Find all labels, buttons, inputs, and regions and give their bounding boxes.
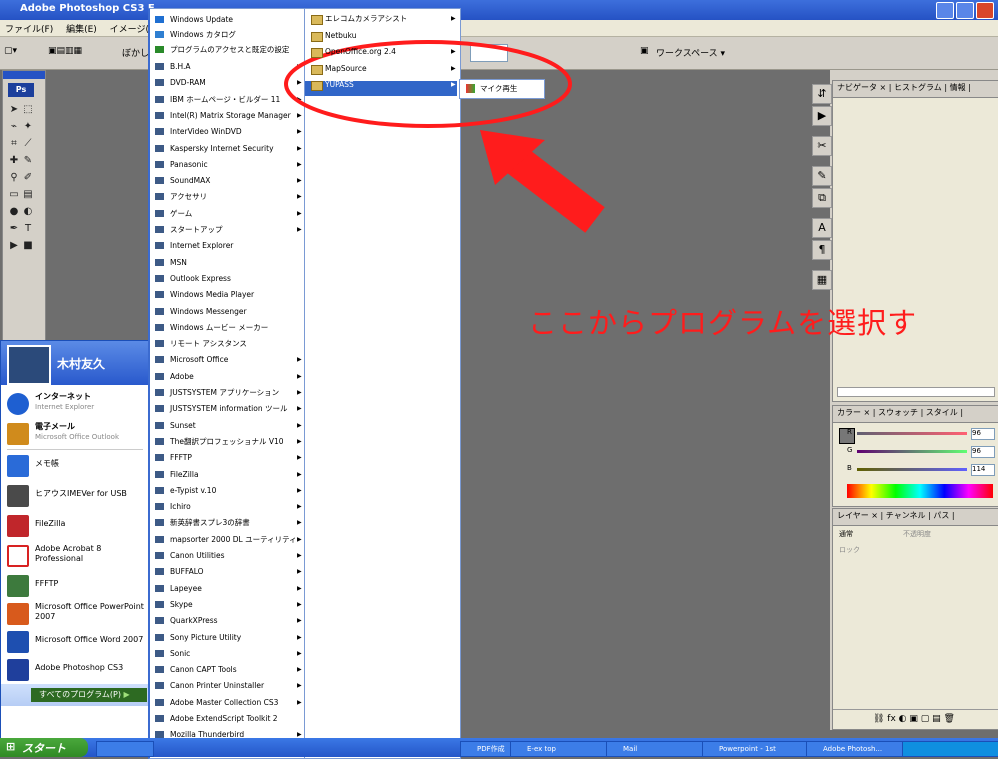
submenu-item[interactable]: エレコムカメラアシスト ▶ bbox=[305, 11, 458, 27]
submenu-item[interactable]: Netbuku bbox=[305, 28, 458, 44]
submenu-arrow-icon: ▶ bbox=[451, 81, 456, 88]
start-button-label: スタート bbox=[22, 742, 66, 755]
red-arrow-icon bbox=[480, 130, 605, 233]
submenu-item[interactable]: YUPASS ▶ bbox=[305, 77, 458, 93]
taskbar-quicklaunch[interactable] bbox=[96, 741, 154, 757]
submenu-item-label: YUPASS bbox=[325, 80, 354, 89]
folder-icon bbox=[311, 81, 323, 91]
folder-icon bbox=[311, 48, 323, 58]
annotation-overlay bbox=[284, 40, 605, 233]
system-tray[interactable] bbox=[902, 741, 998, 757]
windows-logo-icon: ⊞ bbox=[6, 740, 16, 753]
submenu-item-label: エレコムカメラアシスト bbox=[325, 14, 408, 23]
submenu-arrow-icon: ▶ bbox=[451, 15, 456, 22]
folder-icon bbox=[311, 31, 323, 42]
submenu-item-label: Netbuku bbox=[325, 30, 357, 40]
folder-icon bbox=[311, 64, 323, 75]
submenu-item[interactable]: MapSource ▶ bbox=[305, 61, 458, 77]
taskbar-button-2[interactable]: E-ex top bbox=[510, 741, 618, 757]
taskbar-button-4[interactable]: Powerpoint - 1st bbox=[702, 741, 820, 757]
folder-icon bbox=[311, 15, 323, 25]
submenu-item-label: OpenOffice.org 2.4 bbox=[325, 47, 396, 56]
submenu-item-label: MapSource bbox=[325, 63, 367, 73]
taskbar-button-3[interactable]: Mail bbox=[606, 741, 714, 757]
annotation-caption: ここからプログラムを選択す bbox=[528, 306, 918, 340]
start-button[interactable]: ⊞ スタート bbox=[0, 738, 88, 757]
submenu-arrow-icon: ▶ bbox=[451, 64, 456, 72]
submenu-item[interactable]: OpenOffice.org 2.4 ▶ bbox=[305, 44, 458, 60]
submenu-arrow-icon: ▶ bbox=[451, 48, 456, 55]
taskbar-button-5[interactable]: Adobe Photosh... bbox=[806, 741, 914, 757]
